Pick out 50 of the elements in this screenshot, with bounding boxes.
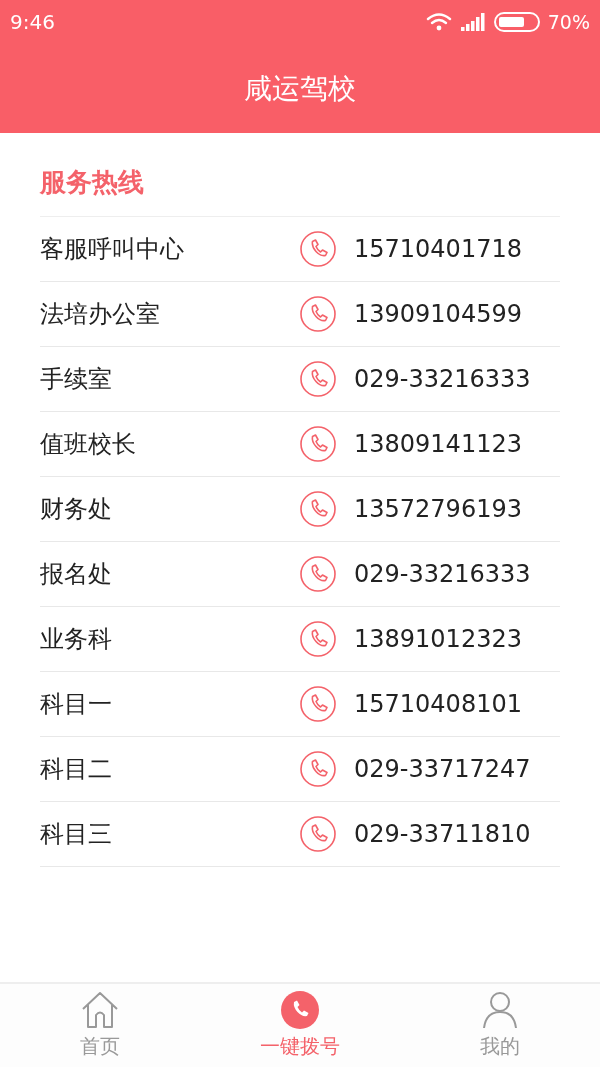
phone-icon[interactable] [300, 296, 336, 332]
phone-icon[interactable] [300, 751, 336, 787]
phone-icon[interactable] [300, 621, 336, 657]
phone-number: 029-33216333 [354, 560, 531, 588]
contact-name: 业务科 [40, 624, 113, 655]
home-icon [80, 991, 120, 1029]
phone-number: 13809141123 [354, 430, 522, 458]
contact-name: 科目一 [40, 689, 113, 720]
contact-name: 值班校长 [40, 429, 137, 460]
page-title: 咸运驾校 [244, 70, 356, 107]
phone-number: 13572796193 [354, 495, 522, 523]
phone-icon[interactable] [300, 816, 336, 852]
phone-number: 15710401718 [354, 235, 522, 263]
status-time: 9:46 [10, 10, 55, 34]
contact-row[interactable]: 值班校长 13809141123 [40, 412, 560, 477]
battery-percent: 70% [547, 11, 590, 33]
contact-row[interactable]: 法培办公室 13909104599 [40, 282, 560, 347]
contact-row[interactable]: 科目三 029-33711810 [40, 802, 560, 867]
section-title: 服务热线 [40, 166, 145, 199]
phone-icon[interactable] [300, 686, 336, 722]
signal-icon [459, 13, 486, 31]
wifi-icon [425, 13, 452, 31]
phone-icon[interactable] [300, 231, 336, 267]
contact-row[interactable]: 报名处 029-33216333 [40, 542, 560, 607]
phone-number: 029-33711810 [354, 820, 531, 848]
contact-row[interactable]: 业务科 13891012323 [40, 607, 560, 672]
contact-name: 法培办公室 [40, 299, 161, 330]
contact-row[interactable]: 客服呼叫中心 15710401718 [40, 217, 560, 282]
phone-icon[interactable] [300, 556, 336, 592]
phone-icon[interactable] [300, 361, 336, 397]
phone-number: 13891012323 [354, 625, 522, 653]
phone-number: 029-33717247 [354, 755, 531, 783]
contact-name: 手续室 [40, 364, 113, 395]
user-icon [482, 991, 518, 1029]
contact-row[interactable]: 手续室 029-33216333 [40, 347, 560, 412]
contact-row[interactable]: 财务处 13572796193 [40, 477, 560, 542]
battery-icon [493, 12, 540, 32]
phone-number: 13909104599 [354, 300, 522, 328]
contact-row[interactable]: 科目一 15710408101 [40, 672, 560, 737]
contact-name: 科目三 [40, 819, 113, 850]
contact-name: 客服呼叫中心 [40, 234, 185, 265]
phone-icon[interactable] [300, 491, 336, 527]
phone-number: 15710408101 [354, 690, 522, 718]
phone-icon [281, 991, 319, 1029]
phone-icon[interactable] [300, 426, 336, 462]
phone-number: 029-33216333 [354, 365, 531, 393]
contact-row[interactable]: 科目二 029-33717247 [40, 737, 560, 802]
contact-name: 科目二 [40, 754, 113, 785]
contact-name: 财务处 [40, 494, 113, 525]
contact-name: 报名处 [40, 559, 113, 590]
